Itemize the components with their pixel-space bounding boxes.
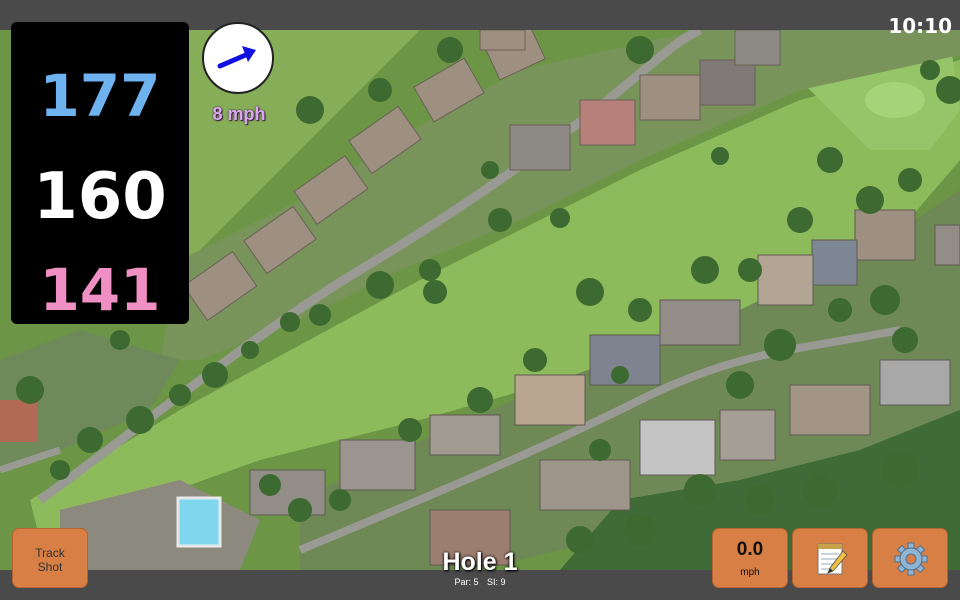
track-shot-button[interactable]: Track Shot (12, 528, 88, 588)
track-shot-label-line1: Track (35, 546, 65, 560)
speed-unit: mph (740, 567, 760, 578)
speed-value: 0.0 (736, 539, 764, 560)
hole-info: Par: 5 SI: 9 (380, 577, 580, 587)
clock-time: 10:10 (888, 14, 952, 38)
gear-icon (894, 542, 928, 576)
wind-indicator (202, 22, 274, 94)
wind-arrow-icon (217, 46, 256, 69)
hole-stroke-index: SI: 9 (487, 577, 506, 587)
track-shot-label-line2: Shot (37, 560, 63, 574)
notepad-icon (817, 543, 848, 575)
hole-title: Hole 1 (442, 548, 518, 576)
scorecard-notes-button[interactable] (792, 528, 868, 588)
hole-par: Par: 5 (454, 577, 479, 587)
wind-speed-label: 8 mph (212, 104, 266, 124)
distance-middle: 160 (33, 160, 167, 234)
speed-button[interactable]: 0.0 mph (712, 528, 788, 588)
distance-panel: 177 160 141 (11, 22, 189, 324)
distance-back: 177 (39, 62, 161, 130)
settings-button[interactable] (872, 528, 948, 588)
distance-front: 141 (39, 256, 161, 324)
